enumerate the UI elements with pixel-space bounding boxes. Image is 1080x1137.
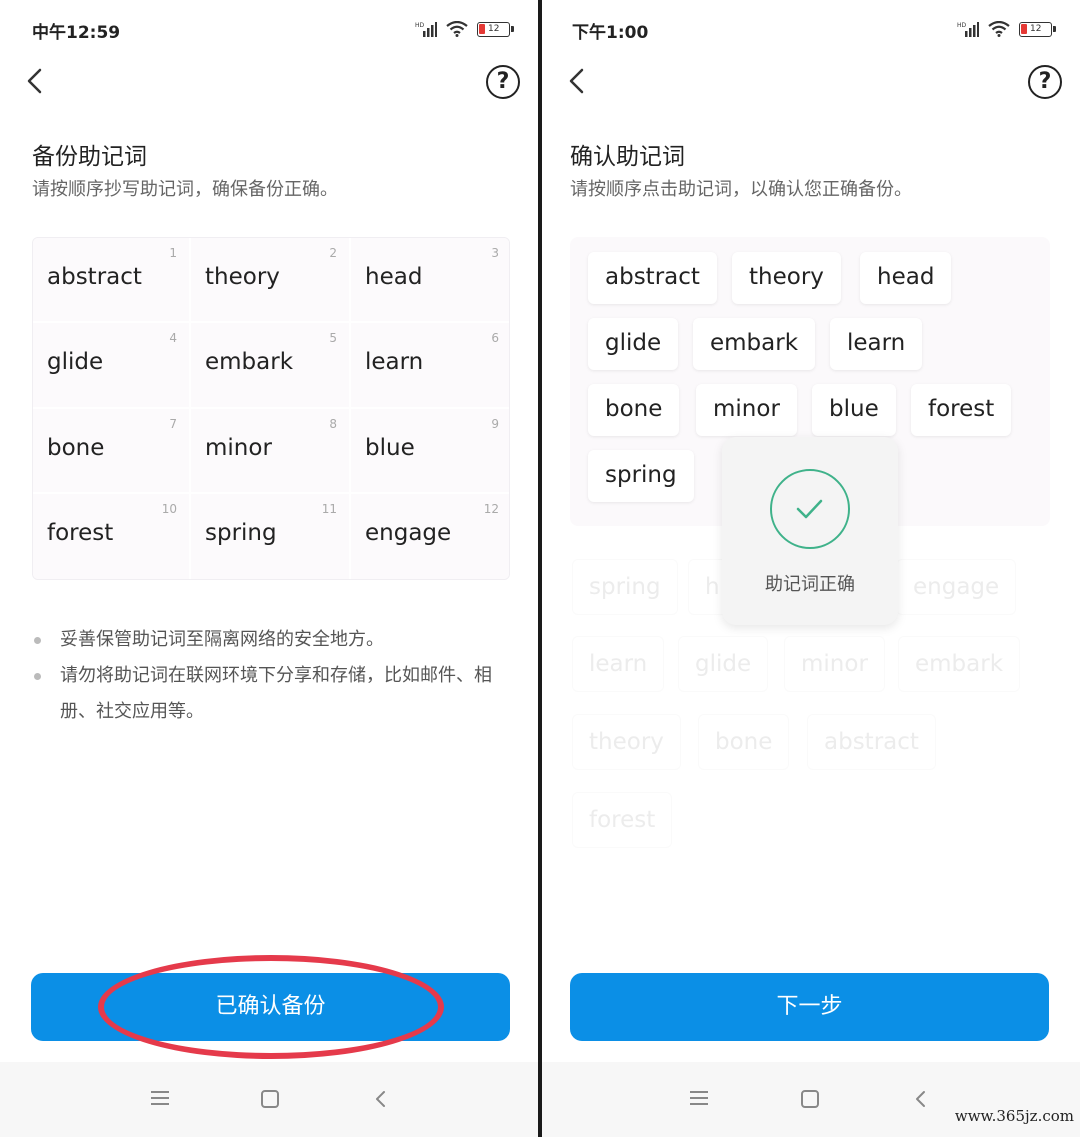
word-index: 3	[491, 246, 499, 260]
home-icon[interactable]	[801, 1090, 819, 1108]
selected-word-chip[interactable]: head	[860, 252, 952, 304]
selected-word-chip[interactable]: bone	[588, 384, 680, 436]
candidate-word-chip[interactable]: forest	[572, 792, 673, 848]
selected-word-chip[interactable]: learn	[830, 318, 923, 370]
word-cell: 9 blue	[351, 408, 509, 494]
word-text: forest	[47, 519, 114, 546]
word-index: 2	[329, 246, 337, 260]
candidate-word-chip[interactable]: bone	[698, 714, 790, 770]
nav-back-icon[interactable]	[913, 1088, 929, 1110]
word-text: abstract	[47, 264, 142, 290]
home-icon[interactable]	[261, 1090, 279, 1108]
status-time: 下午1:00	[572, 23, 649, 43]
word-index: 8	[329, 416, 337, 431]
selected-word-chip[interactable]: theory	[732, 252, 841, 304]
word-text: spring	[205, 519, 277, 546]
word-text: head	[365, 264, 423, 290]
word-text: learn	[365, 349, 424, 376]
candidate-word-chip[interactable]: glide	[678, 636, 769, 692]
wifi-icon	[988, 21, 1010, 37]
word-cell: 8 minor	[191, 408, 351, 494]
word-cell: 4 glide	[33, 323, 191, 409]
page-title: 备份助记词	[32, 144, 147, 170]
candidate-word-chip[interactable]: embark	[898, 636, 1021, 692]
word-cell: 1 abstract	[33, 238, 191, 324]
next-step-button[interactable]: 下一步	[570, 973, 1049, 1041]
word-cell: 2 theory	[191, 238, 351, 324]
word-text: engage	[365, 519, 452, 546]
candidate-word-chip[interactable]: learn	[572, 636, 665, 692]
word-text: theory	[205, 264, 280, 290]
nav-back-icon[interactable]	[373, 1088, 389, 1110]
page-subtitle: 请按顺序抄写助记词，确保备份正确。	[32, 179, 338, 200]
system-nav-bar	[542, 1062, 1080, 1137]
word-index: 12	[483, 501, 499, 516]
word-index: 10	[161, 501, 177, 516]
back-arrow-icon[interactable]	[22, 64, 50, 98]
wifi-icon	[446, 21, 468, 37]
candidate-word-chip[interactable]: theory	[572, 714, 681, 770]
safety-notes: 妥善保管助记词至隔离网络的安全地方。 请勿将助记词在联网环境下分享和存储，比如邮…	[32, 622, 512, 730]
help-icon[interactable]: ?	[1028, 65, 1062, 99]
confirm-mnemonic-screen: 下午1:00 HD 12 ? 确认助记词 请按顺序点击助记词，以确认您正确备份。…	[542, 0, 1080, 1137]
candidate-word-chip[interactable]: spring	[572, 559, 678, 615]
word-cell: 12 engage	[351, 493, 509, 579]
candidate-word-chip[interactable]: engage	[896, 559, 1017, 615]
signal-icon: HD	[957, 22, 979, 37]
mnemonic-word-grid: 1 abstract 2 theory 3 head 4 glide 5 embark 6…	[32, 237, 510, 580]
selected-word-chip[interactable]: embark	[693, 318, 816, 370]
back-arrow-icon[interactable]	[564, 64, 592, 98]
page-title: 确认助记词	[570, 144, 685, 170]
word-index: 7	[169, 416, 177, 431]
word-text: minor	[205, 434, 272, 461]
selected-word-chip[interactable]: spring	[588, 450, 694, 502]
menu-icon[interactable]	[690, 1091, 708, 1105]
signal-icon: HD	[415, 22, 437, 37]
success-toast: 助记词正确	[722, 437, 898, 625]
word-cell: 5 embark	[191, 323, 351, 409]
selected-word-chip[interactable]: abstract	[588, 252, 717, 304]
svg-text:HD: HD	[957, 22, 967, 29]
battery-icon: 12	[1019, 21, 1056, 37]
selected-word-chip[interactable]: glide	[588, 318, 679, 370]
word-index: 4	[169, 331, 177, 346]
word-index: 11	[321, 501, 337, 516]
word-index: 1	[169, 246, 177, 260]
word-cell: 7 bone	[33, 408, 191, 494]
selected-word-chip[interactable]: minor	[696, 384, 797, 436]
red-circle-annotation	[98, 955, 444, 1059]
watermark: www.365jz.com	[954, 1107, 1074, 1125]
word-cell: 11 spring	[191, 493, 351, 579]
word-cell: 3 head	[351, 238, 509, 324]
status-icons: HD 12	[957, 19, 1056, 39]
word-text: glide	[47, 349, 104, 376]
candidate-word-chip[interactable]: abstract	[807, 714, 936, 770]
word-text: blue	[365, 434, 415, 461]
word-index: 9	[491, 416, 499, 431]
backup-mnemonic-screen: 中午12:59 HD 12 ? 备份助记词 请按顺序抄写助记词，确保备份正确。 …	[0, 0, 538, 1137]
word-index: 5	[329, 331, 337, 346]
help-icon[interactable]: ?	[486, 65, 520, 99]
word-cell: 6 learn	[351, 323, 509, 409]
menu-icon[interactable]	[151, 1091, 169, 1105]
word-index: 6	[491, 331, 499, 346]
word-text: bone	[47, 434, 105, 461]
page-subtitle: 请按顺序点击助记词，以确认您正确备份。	[570, 179, 912, 200]
note-item: 请勿将助记词在联网环境下分享和存储，比如邮件、相册、社交应用等。	[32, 658, 512, 730]
word-cell: 10 forest	[33, 493, 191, 579]
status-icons: HD 12	[415, 19, 514, 39]
note-item: 妥善保管助记词至隔离网络的安全地方。	[32, 622, 512, 658]
word-text: embark	[205, 349, 294, 376]
toast-message: 助记词正确	[765, 574, 855, 595]
selected-word-chip[interactable]: forest	[911, 384, 1012, 436]
candidate-word-chip[interactable]: minor	[784, 636, 885, 692]
system-nav-bar	[0, 1062, 538, 1137]
selected-word-chip[interactable]: blue	[812, 384, 896, 436]
svg-text:HD: HD	[415, 22, 425, 29]
check-icon	[796, 499, 823, 519]
status-time: 中午12:59	[32, 23, 121, 43]
battery-icon: 12	[477, 21, 514, 37]
check-circle-icon	[770, 469, 850, 549]
